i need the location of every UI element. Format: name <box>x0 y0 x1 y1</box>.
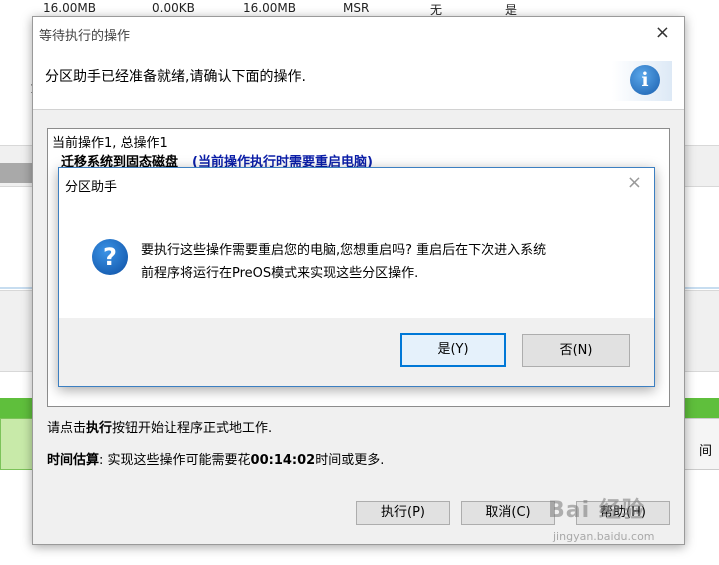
watermark-logo: Bai 经验 <box>548 498 645 523</box>
question-icon: ? <box>92 239 128 275</box>
bg-disk-bar <box>0 163 34 183</box>
modal-body: ? 要执行这些操作需要重启您的电脑,您想重启吗? 重启后在下次进入系统 前程序将… <box>59 198 654 318</box>
bg-disk-panel <box>684 290 719 372</box>
modal-message-line2: 前程序将运行在PreOS模式来实现这些分区操作. <box>141 266 419 281</box>
dialog-title: 等待执行的操作 <box>39 29 131 44</box>
no-button[interactable]: 否(N) <box>522 334 630 367</box>
restart-confirm-dialog: 分区助手 × ? 要执行这些操作需要重启您的电脑,您想重启吗? 重启后在下次进入… <box>58 167 655 387</box>
bg-edge-text: 间 <box>699 444 713 459</box>
close-icon[interactable]: × <box>655 22 670 43</box>
watermark-url: jingyan.baidu.com <box>553 530 655 543</box>
cancel-button[interactable]: 取消(C) <box>461 501 555 525</box>
header-icon-area: i <box>612 61 672 101</box>
execute-hint: 请点击执行按钮开始让程序正式地工作. <box>47 417 272 436</box>
modal-title: 分区助手 <box>65 180 118 195</box>
close-icon[interactable]: × <box>627 172 642 193</box>
estimate-label: 时间估算 <box>47 453 100 468</box>
hint-text: 请点击 <box>47 421 87 436</box>
dialog-header: 分区助手已经准备就绪,请确认下面的操作. i <box>33 47 684 110</box>
partition-type: MSR <box>343 1 370 15</box>
bg-disk-panel <box>0 290 32 372</box>
hint-text: 按钮开始让程序正式地工作. <box>112 421 273 436</box>
time-estimate: 时间估算: 实现这些操作可能需要花00:14:02时间或更多. <box>47 449 384 468</box>
bg-disk-bar <box>0 398 32 418</box>
dialog-titlebar[interactable]: 等待执行的操作 × <box>33 17 684 47</box>
modal-message-line1: 要执行这些操作需要重启您的电脑,您想重启吗? 重启后在下次进入系统 <box>141 243 547 258</box>
info-icon: i <box>630 65 660 95</box>
hint-bold: 执行 <box>86 421 113 436</box>
estimate-time: 00:14:02 <box>250 453 316 468</box>
operation-summary: 当前操作1, 总操作1 <box>52 136 168 151</box>
estimate-text: 时间或更多. <box>315 453 385 468</box>
estimate-text: : 实现这些操作可能需要花 <box>99 453 251 468</box>
header-text: 分区助手已经准备就绪,请确认下面的操作. <box>45 69 306 85</box>
partition-used: 0.00KB <box>152 1 195 15</box>
execute-button[interactable]: 执行(P) <box>356 501 450 525</box>
partition-free: 16.00MB <box>243 1 296 15</box>
modal-titlebar[interactable]: 分区助手 × <box>59 168 654 198</box>
bg-disk-bar <box>684 398 719 418</box>
partition-size: 16.00MB <box>43 1 96 15</box>
yes-button[interactable]: 是(Y) <box>400 333 506 367</box>
bg-partition-block <box>0 418 34 470</box>
